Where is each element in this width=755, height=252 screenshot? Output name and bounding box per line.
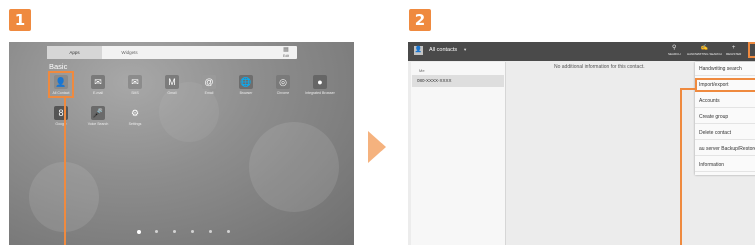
- mail-icon: @: [202, 75, 216, 89]
- tab-widgets[interactable]: Widgets: [102, 46, 157, 59]
- app-label: Voice Search: [87, 122, 109, 126]
- callout-line: [680, 88, 682, 245]
- contacts-highlight: [48, 71, 74, 98]
- app-chrome[interactable]: ◎ Chrome: [267, 75, 299, 95]
- action-bar: 👤 All contacts ▼ ⚲ SEARCH ✍ HANDWRITING S…: [408, 42, 755, 61]
- app-label: Chrome: [276, 91, 290, 95]
- app-browser[interactable]: 🌐 Browser: [230, 75, 262, 95]
- app-gmail[interactable]: M Gmail: [156, 75, 188, 95]
- menu-item-au-server-backup-restore[interactable]: au server Backup/Restore: [695, 142, 755, 156]
- grid-edit-icon: ▦: [283, 47, 289, 53]
- options-menu: Handwriting search Import/export Accounts C…: [695, 62, 755, 175]
- app-settings[interactable]: ⚙ Settings: [119, 106, 151, 126]
- email-icon: ✉: [91, 75, 105, 89]
- settings-icon: ⚙: [130, 108, 140, 118]
- callout-line-horizontal: [680, 88, 696, 90]
- app-sms[interactable]: ✉ SMS: [119, 75, 151, 95]
- page-dot[interactable]: [209, 230, 212, 233]
- contact-list: Me 080-XXXX-XXXX: [411, 62, 506, 245]
- chevron-down-icon: ▼: [463, 47, 468, 52]
- integrated-browser-icon: ●: [313, 75, 327, 89]
- browser-icon: 🌐: [239, 75, 253, 89]
- page-dot[interactable]: [173, 230, 176, 233]
- search-button[interactable]: ⚲ SEARCH: [668, 45, 681, 56]
- contacts-screen: 👤 All contacts ▼ ⚲ SEARCH ✍ HANDWRITING S…: [408, 42, 755, 245]
- edit-label: Edit: [282, 54, 290, 58]
- app-mail[interactable]: @ Email: [193, 75, 225, 95]
- handwriting-icon: ✍: [700, 45, 709, 51]
- add-contact-icon: +: [731, 45, 736, 51]
- gmail-icon: M: [165, 75, 179, 89]
- app-label: Email: [204, 91, 214, 95]
- chrome-icon: ◎: [276, 75, 290, 89]
- app-google[interactable]: 8 Google: [45, 106, 77, 126]
- app-label: Integrated Browser: [305, 91, 335, 95]
- menu-item-accounts[interactable]: Accounts: [695, 94, 755, 108]
- app-tab-bar: Apps Widgets ▦ Edit: [47, 46, 297, 59]
- menu-item-create-group[interactable]: Create group: [695, 110, 755, 124]
- edit-button[interactable]: ▦ Edit: [279, 46, 293, 59]
- google-icon: 8: [54, 106, 68, 120]
- step-2-badge: 2: [409, 9, 431, 31]
- menu-item-import-export[interactable]: Import/export: [695, 78, 755, 92]
- overflow-menu-button[interactable]: [748, 42, 755, 58]
- voice-search-icon: 🎤: [91, 106, 105, 120]
- contact-app-icon: 👤: [414, 46, 423, 55]
- app-email[interactable]: ✉ E-mail: [82, 75, 114, 95]
- app-integrated-browser[interactable]: ● Integrated Browser: [304, 75, 336, 95]
- section-title: Basic: [49, 62, 68, 71]
- home-screen: Apps Widgets ▦ Edit Basic 👤 All Contact ✉ E…: [9, 42, 354, 245]
- detail-message: No additional information for this conta…: [554, 64, 645, 70]
- callout-line: [64, 98, 66, 245]
- page-dot[interactable]: [155, 230, 158, 233]
- app-label: E-mail: [93, 91, 103, 95]
- app-label: SMS: [131, 91, 139, 95]
- group-label: All contacts: [429, 47, 458, 53]
- page-dot[interactable]: [137, 229, 141, 234]
- menu-item-delete-contact[interactable]: Delete contact: [695, 126, 755, 140]
- group-selector[interactable]: All contacts ▼: [429, 47, 467, 53]
- search-icon: ⚲: [672, 45, 677, 51]
- step-1-badge: 1: [9, 9, 31, 31]
- app-label: Settings: [128, 122, 142, 126]
- tab-apps[interactable]: Apps: [47, 46, 102, 59]
- handwriting-search-button[interactable]: ✍ HANDWRITING SEARCH: [687, 45, 722, 56]
- app-label: Browser: [239, 91, 253, 95]
- list-header: Me: [419, 68, 425, 73]
- app-label: Google: [55, 122, 67, 126]
- my-profile-row[interactable]: 080-XXXX-XXXX: [412, 75, 504, 87]
- page-dot[interactable]: [227, 230, 230, 233]
- app-label: Gmail: [167, 91, 177, 95]
- menu-item-handwriting-search[interactable]: Handwriting search: [695, 62, 755, 76]
- next-step-arrow: [368, 131, 386, 163]
- menu-item-information[interactable]: Information: [695, 158, 755, 172]
- page-dot[interactable]: [191, 230, 194, 233]
- register-button[interactable]: + REGISTER: [726, 45, 741, 56]
- sms-icon: ✉: [128, 75, 142, 89]
- app-voice-search[interactable]: 🎤 Voice Search: [82, 106, 114, 126]
